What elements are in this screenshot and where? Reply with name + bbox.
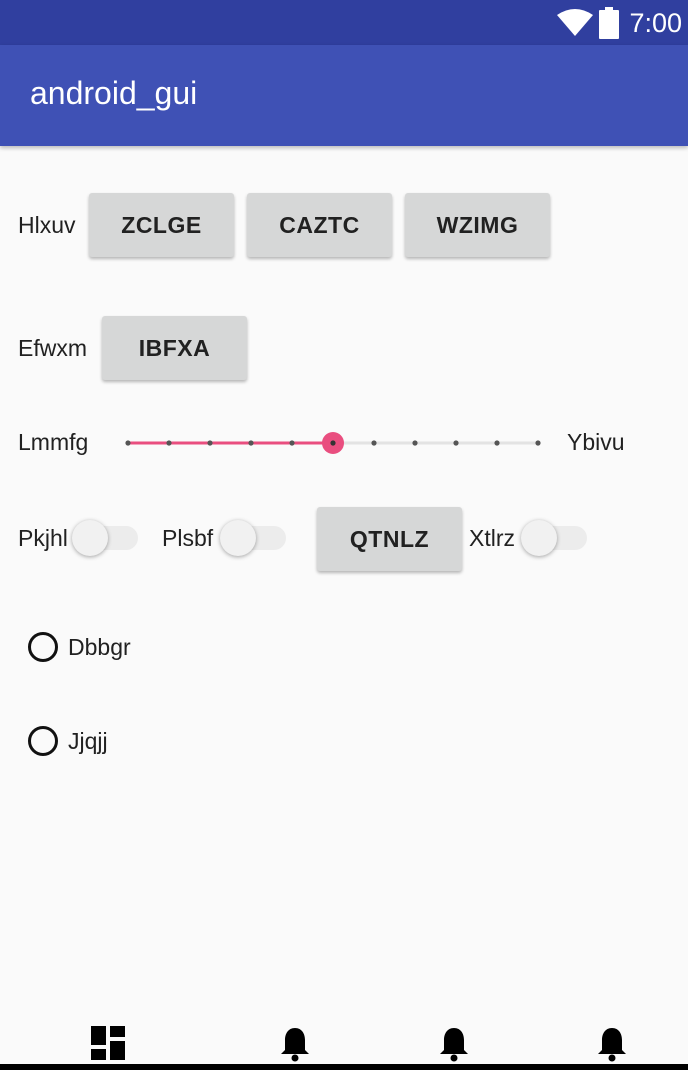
switch-thumb xyxy=(72,520,108,556)
slider-tick xyxy=(289,440,295,446)
slider-tick xyxy=(207,440,213,446)
radio-dbbgr[interactable]: Dbbgr xyxy=(28,627,131,667)
slider-tick xyxy=(371,440,377,446)
nav-item-notifications-3[interactable] xyxy=(592,1026,632,1064)
app-title: android_gui xyxy=(30,75,198,111)
switch3-label: Xtlrz xyxy=(469,525,515,551)
radio-jjqjj[interactable]: Jjqjj xyxy=(28,721,108,761)
notifications-icon xyxy=(281,1028,309,1062)
switch-thumb xyxy=(220,520,256,556)
row1-label: Hlxuv xyxy=(18,212,76,238)
battery-icon xyxy=(599,7,620,39)
slider-tick xyxy=(166,440,172,446)
plsbf-switch[interactable] xyxy=(220,520,286,556)
radio-label: Dbbgr xyxy=(68,633,131,660)
nav-item-notifications-1[interactable] xyxy=(275,1026,315,1064)
xtlrz-switch[interactable] xyxy=(521,520,587,556)
slider-tick xyxy=(453,440,459,446)
radio-circle xyxy=(28,632,58,662)
slider-tick xyxy=(494,440,500,446)
radio-label: Jjqjj xyxy=(68,727,108,754)
pkjhl-switch[interactable] xyxy=(72,520,138,556)
notifications-icon xyxy=(598,1028,626,1062)
switch2-label: Plsbf xyxy=(162,525,214,551)
app-bar: android_gui xyxy=(0,45,688,146)
seek-slider[interactable] xyxy=(116,428,546,458)
slider-tick xyxy=(412,440,418,446)
status-icons: 7:00 xyxy=(557,6,682,40)
slider-right-label: Ybivu xyxy=(567,429,625,455)
dashboard-icon xyxy=(91,1026,125,1060)
notifications-icon xyxy=(440,1028,468,1062)
slider-tick xyxy=(248,440,254,446)
status-time: 7:00 xyxy=(629,7,682,38)
bottom-edge xyxy=(0,1064,688,1070)
status-bar: 7:00 xyxy=(0,0,688,45)
nav-item-notifications-2[interactable] xyxy=(434,1026,474,1064)
slider-left-label: Lmmfg xyxy=(18,429,89,455)
ibfxa-button[interactable]: IBFXA xyxy=(102,316,247,380)
qtnlz-button[interactable]: QTNLZ xyxy=(317,507,462,571)
caztc-button[interactable]: CAZTC xyxy=(247,193,392,257)
slider-tick xyxy=(125,440,131,446)
zclge-button[interactable]: ZCLGE xyxy=(89,193,234,257)
switch-thumb xyxy=(521,520,557,556)
slider-thumb-dot xyxy=(330,440,336,446)
row2-label: Efwxm xyxy=(18,335,87,361)
switch1-label: Pkjhl xyxy=(18,525,68,551)
wzimg-button[interactable]: WZIMG xyxy=(405,193,550,257)
slider-tick xyxy=(535,440,541,446)
nav-item-dashboard[interactable] xyxy=(88,1026,128,1064)
bottom-navigation xyxy=(0,1018,688,1070)
wifi-icon xyxy=(557,9,594,36)
radio-circle xyxy=(28,726,58,756)
